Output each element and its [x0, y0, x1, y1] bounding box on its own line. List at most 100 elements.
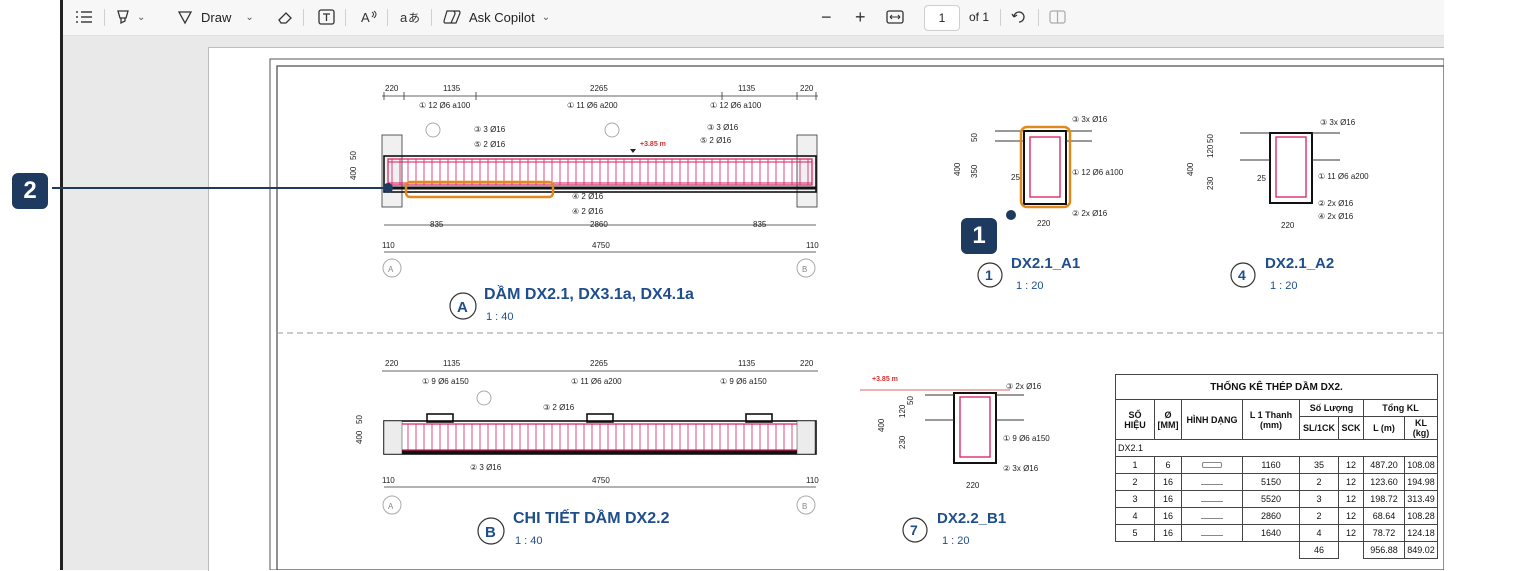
dim-label: 400 [355, 430, 364, 444]
shape-icon [1181, 490, 1243, 508]
dim-label: 1135 [738, 84, 756, 93]
bar-label: ② 3x Ø16 [1003, 464, 1039, 473]
axis-label: B [802, 502, 807, 511]
dim-label: 4750 [592, 241, 610, 250]
dim-label: 400 [877, 418, 886, 432]
dim-label: 110 [806, 241, 819, 250]
section-b1-scale: 1 : 20 [942, 535, 970, 547]
beam-a-drawing: 220 1135 2265 1135 220 ① 12 Ø6 a100 ① 11… [349, 84, 819, 278]
dim-label: 2860 [590, 220, 608, 229]
header-l-m: L (m) [1363, 416, 1405, 440]
dim-label: 120 [1206, 144, 1215, 158]
dim-label: 1135 [443, 84, 461, 93]
dim-label: 50 [355, 415, 364, 424]
dim-label: 50 [349, 151, 358, 160]
callout-badge-2: 2 [12, 173, 48, 209]
header-sck: SCK [1338, 416, 1364, 440]
bar-label: ④ 2 Ø16 [572, 192, 604, 201]
dim-label: 220 [385, 84, 399, 93]
beam-a-title: DẦM DX2.1, DX3.1a, DX4.1a [484, 284, 694, 303]
dim-label: 1135 [443, 359, 461, 368]
dim-label: 1135 [738, 359, 756, 368]
dim-label: 25 [1257, 174, 1266, 183]
highlight-box [1019, 125, 1072, 209]
dim-label: 220 [385, 359, 399, 368]
level-label: +3.85 m [640, 141, 666, 148]
section-b1-title: DX2.2_B1 [937, 510, 1006, 527]
dim-label: 230 [1206, 176, 1215, 190]
section-b1-drawing: +3.85 m ③ 2x Ø16 ① 9 Ø6 a150 ② 3x Ø16 12… [860, 376, 1050, 490]
section-b1-circle-label: 7 [910, 522, 918, 538]
stirrup-label: ① 11 Ø6 a200 [571, 377, 622, 386]
bar-label: ③ 3x Ø16 [1320, 118, 1356, 127]
header-sl-1ck: SL/1CK [1299, 416, 1339, 440]
bar-label: ② 2x Ø16 [1318, 199, 1354, 208]
table-group: DX2.1 [1115, 439, 1438, 457]
dim-label: 2265 [590, 359, 608, 368]
shape-icon [1181, 507, 1243, 525]
stirrup-label: ① 11 Ø6 a200 [567, 101, 618, 110]
dim-label: 110 [382, 241, 395, 250]
header-l1: L 1 Thanh (mm) [1242, 399, 1300, 440]
callout-badge-1: 1 [961, 218, 997, 254]
dim-label: 350 [970, 164, 979, 178]
bar-label: ⑤ 2 Ø16 [474, 140, 506, 149]
stirrup-label: ① 9 Ø6 a150 [422, 377, 469, 386]
level-label: +3.85 m [872, 376, 898, 383]
table-totals-row: 46 956.88 849.02 [1116, 541, 1438, 559]
dim-label: 230 [898, 435, 907, 449]
section-a1-title: DX2.1_A1 [1011, 255, 1080, 272]
beam-b-scale: 1 : 40 [515, 535, 543, 547]
axis-label: A [388, 502, 394, 511]
beam-a-scale: 1 : 40 [486, 311, 514, 323]
dim-label: 50 [970, 133, 979, 142]
section-a1-drawing: ③ 3x Ø16 ① 12 Ø6 a100 ② 2x Ø16 50 400 35… [953, 115, 1124, 228]
header-tong-kl: Tổng KL [1363, 399, 1438, 417]
dim-label: 110 [806, 476, 819, 485]
dim-label: 220 [966, 481, 980, 490]
bar-label: ② 2x Ø16 [1072, 209, 1108, 218]
header-kl: KL (kg) [1404, 416, 1438, 440]
table-row: 4 16 2860 2 12 68.64 108.28 [1115, 507, 1438, 525]
table-row: 1 6 1160 35 12 487.20 108.08 [1115, 456, 1438, 474]
beam-b-circle-label: B [485, 524, 496, 541]
dim-label: 835 [753, 220, 767, 229]
beam-b-drawing: 220 1135 2265 1135 220 ① 9 Ø6 a150 ① 11 … [355, 359, 819, 515]
right-margin [1444, 0, 1520, 570]
steel-schedule-table: THỐNG KÊ THÉP DẦM DX2. SỐ HIỆU Ø [MM] HÌ… [1115, 374, 1438, 559]
axis-label: A [388, 265, 394, 274]
axis-label: B [802, 265, 807, 274]
beam-a-circle-label: A [457, 299, 468, 316]
table-row: 5 16 1640 4 12 78.72 124.18 [1115, 524, 1438, 542]
section-a2-drawing: ③ 3x Ø16 ① 11 Ø6 a200 ② 2x Ø16 ④ 2x Ø16 … [1186, 118, 1369, 230]
dim-label: 25 [1011, 173, 1020, 182]
dim-label: 4750 [592, 476, 610, 485]
bar-label: ④ 2 Ø16 [572, 207, 604, 216]
section-a1-scale: 1 : 20 [1016, 280, 1044, 292]
bar-label: ① 9 Ø6 a150 [1003, 434, 1050, 443]
bar-label: ③ 3 Ø16 [707, 123, 739, 132]
section-a2-title: DX2.1_A2 [1265, 255, 1334, 272]
dim-label: 50 [1206, 134, 1215, 143]
dim-label: 2265 [590, 84, 608, 93]
stirrup-label: ① 9 Ø6 a150 [720, 377, 767, 386]
bar-label: ③ 3 Ø16 [474, 125, 506, 134]
bar-label: ③ 3x Ø16 [1072, 115, 1108, 124]
shape-icon [1181, 456, 1243, 474]
header-so-hieu: SỐ HIỆU [1115, 399, 1155, 440]
dim-label: 110 [382, 476, 395, 485]
dim-label: 400 [1186, 162, 1195, 176]
table-row: 3 16 5520 3 12 198.72 313.49 [1115, 490, 1438, 508]
section-a2-circle-label: 4 [1238, 267, 1246, 283]
stirrup-label: ① 12 Ø6 a100 [710, 101, 762, 110]
section-a1-circle-label: 1 [985, 267, 993, 283]
bar-label: ③ 2x Ø16 [1006, 382, 1042, 391]
dim-label: 220 [800, 84, 814, 93]
bar-label: ③ 2 Ø16 [543, 403, 575, 412]
dim-label: 400 [349, 166, 358, 180]
header-hinh-dang: HÌNH DẠNG [1181, 399, 1243, 440]
dim-label: 220 [1281, 221, 1295, 230]
dim-label: 50 [906, 396, 915, 405]
shape-icon [1181, 524, 1243, 542]
bar-label: ① 12 Ø6 a100 [1072, 168, 1124, 177]
